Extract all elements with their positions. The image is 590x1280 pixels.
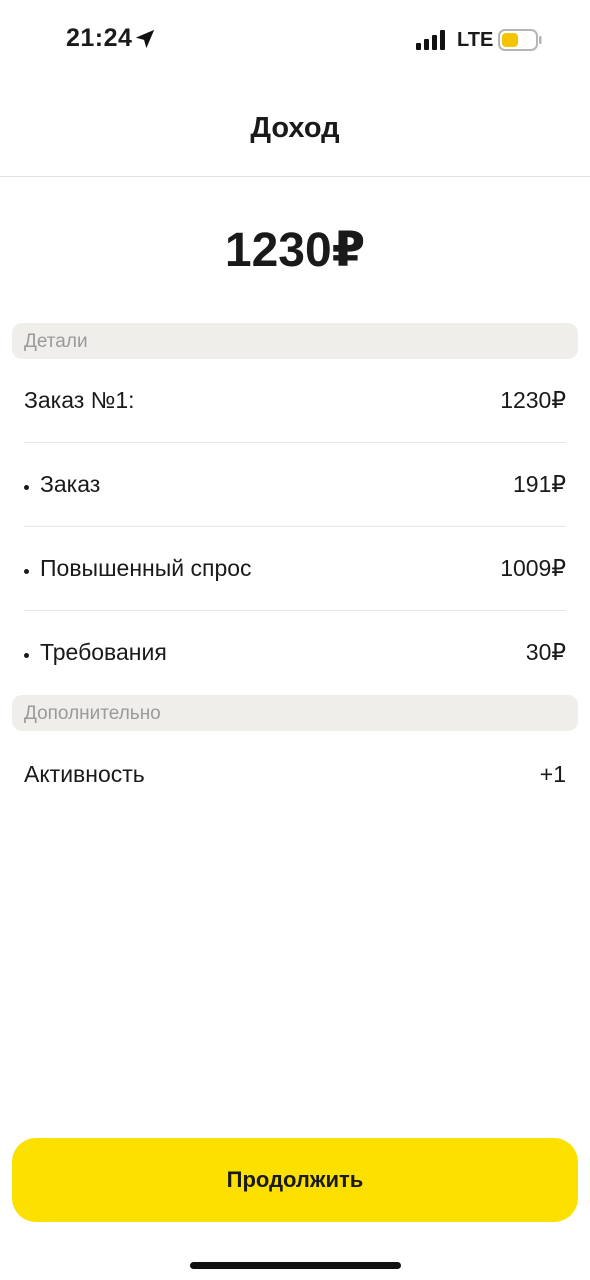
section-header-details: Детали bbox=[12, 323, 578, 359]
status-time: 21:24 bbox=[66, 24, 133, 52]
bullet-icon bbox=[24, 653, 29, 658]
section-header-additional: Дополнительно bbox=[12, 695, 578, 731]
home-indicator[interactable] bbox=[190, 1262, 401, 1269]
row-label: Повышенный спрос bbox=[40, 555, 252, 581]
status-bar: 21:24 LTE bbox=[0, 0, 590, 80]
detail-row-order: Заказ №1: 1230₽ bbox=[24, 359, 566, 443]
row-label: Заказ №1: bbox=[24, 387, 135, 413]
network-label: LTE bbox=[457, 29, 494, 51]
battery-icon bbox=[498, 29, 542, 51]
row-value: 1009₽ bbox=[500, 555, 566, 581]
bullet-icon bbox=[24, 485, 29, 490]
additional-row-activity: Активность +1 bbox=[24, 731, 566, 815]
row-value: 1230₽ bbox=[500, 387, 566, 413]
section-title: Детали bbox=[24, 331, 88, 352]
continue-button[interactable]: Продолжить bbox=[12, 1138, 578, 1222]
page-title: Доход bbox=[250, 112, 340, 144]
detail-row-surge: Повышенный спрос 1009₽ bbox=[24, 527, 566, 611]
total-income: 1230₽ bbox=[224, 224, 366, 277]
row-label: Заказ bbox=[40, 471, 101, 497]
section-title: Дополнительно bbox=[24, 703, 161, 724]
row-value: 191₽ bbox=[512, 471, 566, 497]
bullet-icon bbox=[24, 569, 29, 574]
row-label: Требования bbox=[40, 639, 167, 665]
location-arrow-icon bbox=[135, 29, 155, 49]
row-label: Активность bbox=[24, 761, 145, 787]
row-value: +1 bbox=[539, 761, 566, 787]
signal-icon bbox=[416, 30, 445, 50]
row-value: 30₽ bbox=[525, 639, 566, 665]
detail-row-base: Заказ 191₽ bbox=[24, 443, 566, 527]
header: Доход bbox=[0, 80, 590, 177]
continue-button-label: Продолжить bbox=[226, 1167, 364, 1192]
detail-row-requirements: Требования 30₽ bbox=[24, 611, 566, 695]
